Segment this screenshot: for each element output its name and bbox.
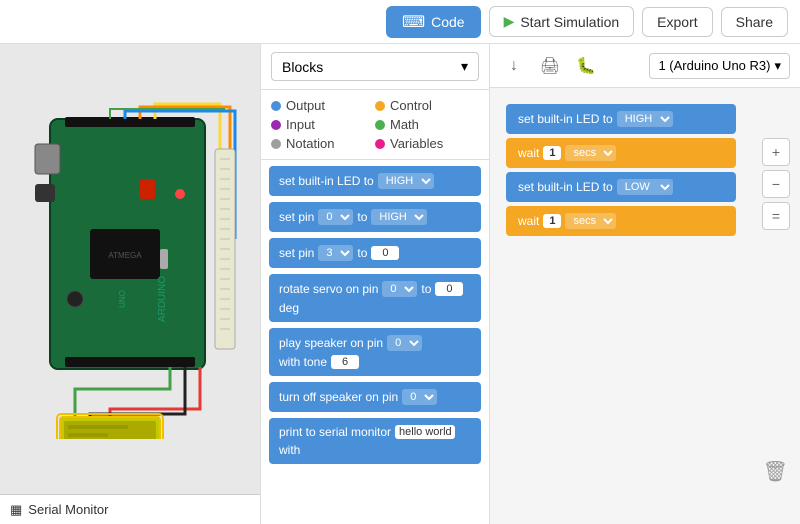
svg-text:ARDUINO: ARDUINO — [157, 276, 168, 322]
download-icon-btn[interactable]: ↓ — [500, 52, 528, 80]
cb-wait-2[interactable]: wait 1 secsms — [506, 206, 736, 236]
code-button[interactable]: ⌨ Code — [386, 6, 481, 38]
cb-wait-num-1: 1 — [543, 146, 561, 160]
toolbar: ⌨ Code ▶ Start Simulation Export Share — [0, 0, 800, 44]
code-panel: ↓ 🖨 🐛 1 (Arduino Uno R3) ▾ set built-in … — [490, 44, 800, 524]
serial-monitor-icon: ▦ — [10, 502, 22, 518]
zoom-reset-button[interactable]: = — [762, 202, 790, 230]
cb-led-low-select[interactable]: LOWHIGH — [617, 179, 673, 195]
block-pin-select-2[interactable]: 345 — [318, 245, 353, 261]
play-icon: ▶ — [504, 13, 515, 30]
block-turn-off-speaker[interactable]: turn off speaker on pin 01 — [269, 382, 481, 412]
main-layout: ATMEGA ARDUINO UNO — [0, 44, 800, 524]
svg-text:UNO: UNO — [118, 290, 127, 308]
blocks-panel: Blocks ▾ Output Control Input Math — [260, 44, 490, 524]
arduino-svg: ATMEGA ARDUINO UNO — [20, 99, 240, 439]
input-dot — [271, 120, 281, 130]
blocks-list: set built-in LED to HIGHLOW set pin 012 … — [261, 160, 489, 524]
notation-label: Notation — [286, 136, 334, 151]
code-label: Code — [431, 14, 464, 30]
chevron-down-icon: ▾ — [461, 58, 468, 75]
block-servo-pin-select[interactable]: 01 — [382, 281, 417, 297]
notation-dot — [271, 139, 281, 149]
output-label: Output — [286, 98, 325, 113]
serial-monitor-label: Serial Monitor — [28, 502, 108, 517]
input-label: Input — [286, 117, 315, 132]
cb-set-led-low[interactable]: set built-in LED to LOWHIGH — [506, 172, 736, 202]
block-high-select-2[interactable]: HIGHLOW — [371, 209, 427, 225]
board-panel: ATMEGA ARDUINO UNO — [0, 44, 260, 524]
category-control[interactable]: Control — [375, 98, 479, 113]
variables-dot — [375, 139, 385, 149]
start-simulation-button[interactable]: ▶ Start Simulation — [489, 6, 635, 37]
zoom-out-button[interactable]: − — [762, 170, 790, 198]
arduino-area: ATMEGA ARDUINO UNO — [0, 44, 260, 494]
trash-icon[interactable]: 🗑 — [763, 459, 788, 484]
math-dot — [375, 120, 385, 130]
category-math[interactable]: Math — [375, 117, 479, 132]
device-label: 1 (Arduino Uno R3) — [658, 58, 770, 73]
code-blocks-area: set built-in LED to HIGHLOW wait 1 secsm… — [490, 88, 800, 524]
zoom-in-button[interactable]: + — [762, 138, 790, 166]
categories: Output Control Input Math Notation Varia… — [261, 90, 489, 160]
math-label: Math — [390, 117, 419, 132]
debug-icon-btn[interactable]: 🐛 — [572, 52, 600, 80]
cb-secs-select-2[interactable]: secsms — [565, 213, 616, 229]
block-pin-value-input[interactable] — [371, 246, 399, 260]
cb-set-led-high[interactable]: set built-in LED to HIGHLOW — [506, 104, 736, 134]
block-serial-text-input[interactable] — [395, 425, 455, 439]
export-button[interactable]: Export — [642, 7, 712, 37]
cb-wait-num-2: 1 — [543, 214, 561, 228]
block-servo-angle-input[interactable] — [435, 282, 463, 296]
serial-monitor-bar[interactable]: ▦ Serial Monitor — [0, 494, 260, 524]
block-turn-off-pin-select[interactable]: 01 — [402, 389, 437, 405]
start-simulation-label: Start Simulation — [520, 14, 619, 30]
zoom-controls: + − = — [762, 138, 790, 230]
category-notation[interactable]: Notation — [271, 136, 375, 151]
device-chevron-icon: ▾ — [774, 58, 781, 74]
code-subbar: ↓ 🖨 🐛 1 (Arduino Uno R3) ▾ — [490, 44, 800, 88]
block-tone-input[interactable] — [331, 355, 359, 369]
device-dropdown[interactable]: 1 (Arduino Uno R3) ▾ — [649, 53, 790, 79]
blocks-dropdown-label: Blocks — [282, 59, 323, 75]
svg-text:ATMEGA: ATMEGA — [108, 251, 142, 260]
export-label: Export — [657, 14, 697, 30]
subbar-left: ↓ 🖨 🐛 — [500, 52, 600, 80]
variables-label: Variables — [390, 136, 443, 151]
block-set-pin-high[interactable]: set pin 012 to HIGHLOW — [269, 202, 481, 232]
block-set-builtin-led[interactable]: set built-in LED to HIGHLOW — [269, 166, 481, 196]
blocks-dropdown[interactable]: Blocks ▾ — [271, 52, 479, 81]
share-label: Share — [736, 14, 773, 30]
blocks-header: Blocks ▾ — [261, 44, 489, 90]
block-set-pin-value[interactable]: set pin 345 to — [269, 238, 481, 268]
category-input[interactable]: Input — [271, 117, 375, 132]
cb-secs-select-1[interactable]: secsms — [565, 145, 616, 161]
category-variables[interactable]: Variables — [375, 136, 479, 151]
control-label: Control — [390, 98, 432, 113]
output-dot — [271, 101, 281, 111]
block-speaker-pin-select[interactable]: 01 — [387, 335, 422, 351]
block-pin-select-1[interactable]: 012 — [318, 209, 353, 225]
print-icon-btn[interactable]: 🖨 — [536, 52, 564, 80]
block-high-select-1[interactable]: HIGHLOW — [378, 173, 434, 189]
block-rotate-servo[interactable]: rotate servo on pin 01 to deg — [269, 274, 481, 322]
block-play-speaker[interactable]: play speaker on pin 01 with tone — [269, 328, 481, 376]
block-print-serial[interactable]: print to serial monitor with — [269, 418, 481, 464]
control-dot — [375, 101, 385, 111]
cb-led-high-select[interactable]: HIGHLOW — [617, 111, 673, 127]
code-stack: set built-in LED to HIGHLOW wait 1 secsm… — [506, 104, 736, 236]
code-icon: ⌨ — [402, 12, 425, 32]
category-output[interactable]: Output — [271, 98, 375, 113]
share-button[interactable]: Share — [721, 7, 788, 37]
cb-wait-1[interactable]: wait 1 secsms — [506, 138, 736, 168]
